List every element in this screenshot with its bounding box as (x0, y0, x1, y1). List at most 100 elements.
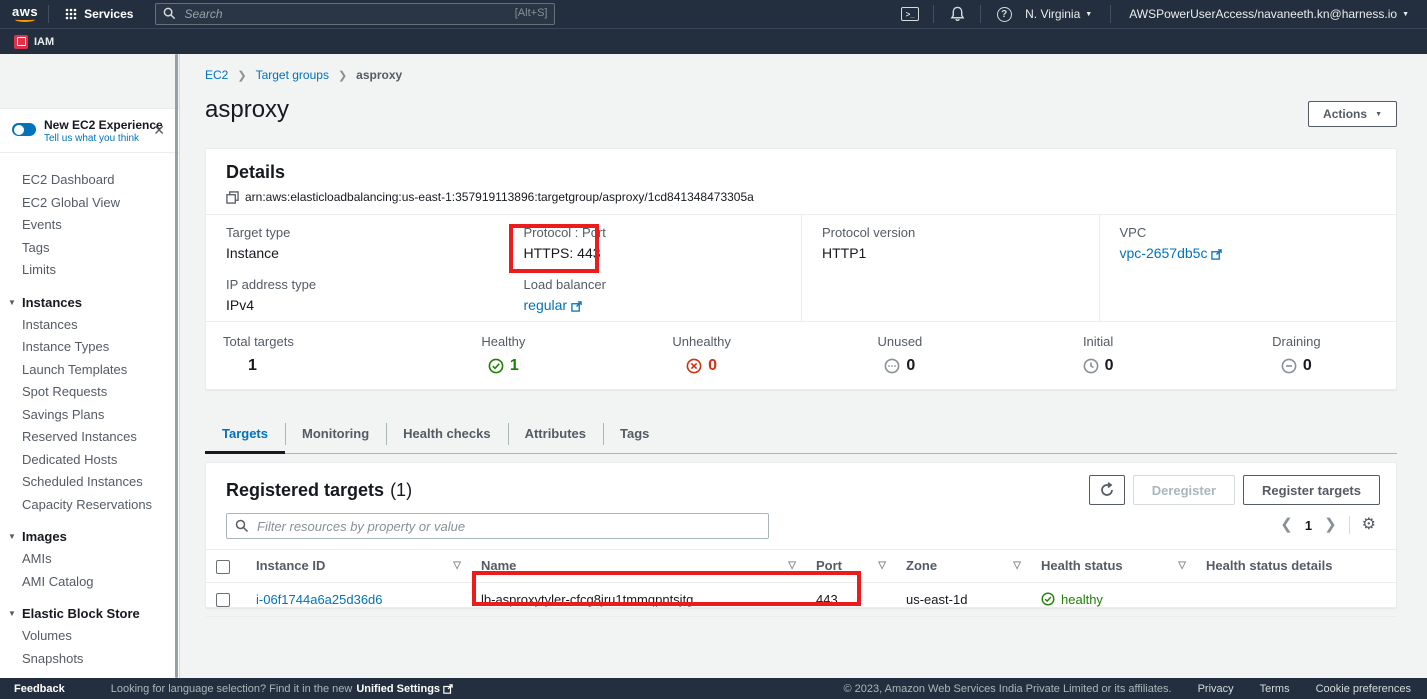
sidebar-section-instances[interactable]: ▼Instances (0, 291, 179, 314)
sidebar-menu: EC2 Dashboard EC2 Global View Events Tag… (0, 153, 179, 670)
deregister-button[interactable]: Deregister (1133, 475, 1235, 505)
ec2-sidebar: New EC2 Experience Tell us what you thin… (0, 54, 180, 678)
total-targets-value: 1 (223, 357, 404, 375)
previous-page-icon[interactable]: ❮ (1280, 516, 1293, 534)
sort-icon[interactable]: ▽ (453, 560, 461, 571)
sidebar-item-scheduled-instances[interactable]: Scheduled Instances (0, 471, 179, 494)
sidebar-item-capacity-reservations[interactable]: Capacity Reservations (0, 494, 179, 517)
tab-targets[interactable]: Targets (205, 415, 285, 454)
breadcrumb-separator-icon: ❯ (338, 69, 347, 82)
health-status-cell: healthy (1041, 592, 1186, 607)
cloudshell-button[interactable]: >_ (897, 2, 923, 26)
actions-button[interactable]: Actions▼ (1308, 101, 1397, 127)
nav-right-group: >_ ? N. Virginia ▼ AWSPowerUserAccess/na… (897, 2, 1417, 26)
tab-health-checks[interactable]: Health checks (386, 415, 507, 454)
services-menu-button[interactable]: Services (59, 7, 139, 21)
sidebar-section-images[interactable]: ▼Images (0, 525, 179, 548)
tab-bar: Targets Monitoring Health checks Attribu… (205, 415, 1397, 454)
breadcrumb-current: asproxy (356, 68, 402, 82)
search-input[interactable] (155, 3, 555, 25)
sort-icon[interactable]: ▽ (788, 560, 796, 571)
sidebar-item-dedicated-hosts[interactable]: Dedicated Hosts (0, 449, 179, 472)
services-label: Services (84, 7, 133, 21)
new-experience-toggle[interactable] (12, 123, 36, 136)
column-zone[interactable]: Zone▽ (896, 550, 1031, 583)
sidebar-item-tags[interactable]: Tags (0, 237, 179, 260)
load-balancer-link[interactable]: regular (524, 297, 568, 313)
column-port[interactable]: Port▽ (806, 550, 896, 583)
instance-id-link[interactable]: i-06f1744a6a25d36d6 (256, 592, 383, 607)
cookie-preferences-link[interactable]: Cookie preferences (1316, 683, 1411, 695)
sidebar-item-ec2-global-view[interactable]: EC2 Global View (0, 192, 179, 215)
select-all-header[interactable] (206, 550, 246, 583)
sidebar-item-instance-types[interactable]: Instance Types (0, 336, 179, 359)
help-button[interactable]: ? (991, 2, 1017, 26)
x-circle-icon (686, 358, 702, 374)
grid-icon (65, 8, 77, 20)
page-number[interactable]: 1 (1305, 518, 1312, 533)
region-selector[interactable]: N. Virginia ▼ (1017, 7, 1100, 21)
sort-icon[interactable]: ▽ (1013, 560, 1021, 571)
privacy-link[interactable]: Privacy (1198, 683, 1234, 695)
sidebar-item-snapshots[interactable]: Snapshots (0, 648, 179, 671)
unified-settings-link[interactable]: Unified Settings (356, 683, 440, 695)
external-link-icon (443, 684, 453, 694)
tab-attributes[interactable]: Attributes (508, 415, 603, 454)
notifications-button[interactable] (944, 2, 970, 26)
register-targets-button[interactable]: Register targets (1243, 475, 1380, 505)
sidebar-item-savings-plans[interactable]: Savings Plans (0, 404, 179, 427)
breadcrumb-target-groups[interactable]: Target groups (256, 68, 329, 82)
row-select-cell[interactable] (206, 582, 246, 616)
sort-icon[interactable]: ▽ (1178, 560, 1186, 571)
vpc-link[interactable]: vpc-2657db5c (1120, 245, 1208, 261)
ip-address-type-label: IP address type (226, 277, 504, 292)
new-experience-panel: New EC2 Experience Tell us what you thin… (0, 108, 179, 153)
tab-monitoring[interactable]: Monitoring (285, 415, 386, 454)
search-shortcut-hint: [Alt+S] (515, 7, 548, 19)
copy-arn-button[interactable] (226, 191, 239, 204)
clock-circle-icon (1083, 358, 1099, 374)
sidebar-item-limits[interactable]: Limits (0, 259, 179, 282)
feedback-link[interactable]: Feedback (14, 683, 65, 695)
table-settings-gear-icon[interactable]: ⚙ (1362, 516, 1376, 534)
aws-console-page: aws Services [Alt+S] >_ ? N. Virginia ▼ (0, 0, 1427, 699)
favorite-iam-link[interactable]: IAM (14, 35, 54, 49)
chevron-down-icon: ▼ (8, 532, 16, 541)
sidebar-item-ec2-dashboard[interactable]: EC2 Dashboard (0, 169, 179, 192)
registered-targets-card: Registered targets (1) Deregister Regist… (205, 462, 1397, 608)
sidebar-item-volumes[interactable]: Volumes (0, 625, 179, 648)
sidebar-item-ami-catalog[interactable]: AMI Catalog (0, 571, 179, 594)
refresh-button[interactable] (1089, 475, 1125, 505)
footer-right-group: © 2023, Amazon Web Services India Privat… (844, 683, 1411, 695)
sidebar-item-spot-requests[interactable]: Spot Requests (0, 381, 179, 404)
sidebar-section-elastic-block-store[interactable]: ▼Elastic Block Store (0, 602, 179, 625)
table-row: i-06f1744a6a25d36d6 lb-asproxytyler-cfcg… (206, 582, 1396, 616)
filter-input[interactable] (226, 513, 769, 539)
sidebar-item-reserved-instances[interactable]: Reserved Instances (0, 426, 179, 449)
row-checkbox[interactable] (216, 593, 230, 607)
sidebar-item-events[interactable]: Events (0, 214, 179, 237)
column-health-status[interactable]: Health status▽ (1031, 550, 1196, 583)
column-name[interactable]: Name▽ (471, 550, 806, 583)
tab-tags[interactable]: Tags (603, 415, 666, 454)
breadcrumb-ec2[interactable]: EC2 (205, 68, 228, 82)
sidebar-item-launch-templates[interactable]: Launch Templates (0, 359, 179, 382)
target-name-cell: lb-asproxytyler-cfcg8jru1tmmqpntsjtg (471, 582, 806, 616)
unused-count: 0 (906, 357, 915, 375)
breadcrumb-separator-icon: ❯ (237, 69, 246, 82)
aws-logo[interactable]: aws (12, 6, 38, 22)
copy-icon (226, 191, 239, 204)
terms-link[interactable]: Terms (1260, 683, 1290, 695)
next-page-icon[interactable]: ❯ (1324, 516, 1337, 534)
sidebar-scrollbar[interactable] (175, 54, 178, 678)
select-all-checkbox[interactable] (216, 560, 230, 574)
column-instance-id[interactable]: Instance ID▽ (246, 550, 471, 583)
health-details-cell (1196, 582, 1396, 616)
pagination: ❮ 1 ❯ ⚙ (1280, 516, 1376, 534)
sort-icon[interactable]: ▽ (878, 560, 886, 571)
tell-us-link[interactable]: Tell us what you think (44, 133, 169, 144)
close-icon[interactable]: ✕ (153, 123, 165, 137)
sidebar-item-instances[interactable]: Instances (0, 314, 179, 337)
account-menu[interactable]: AWSPowerUserAccess/navaneeth.kn@harness.… (1121, 7, 1417, 21)
sidebar-item-amis[interactable]: AMIs (0, 548, 179, 571)
